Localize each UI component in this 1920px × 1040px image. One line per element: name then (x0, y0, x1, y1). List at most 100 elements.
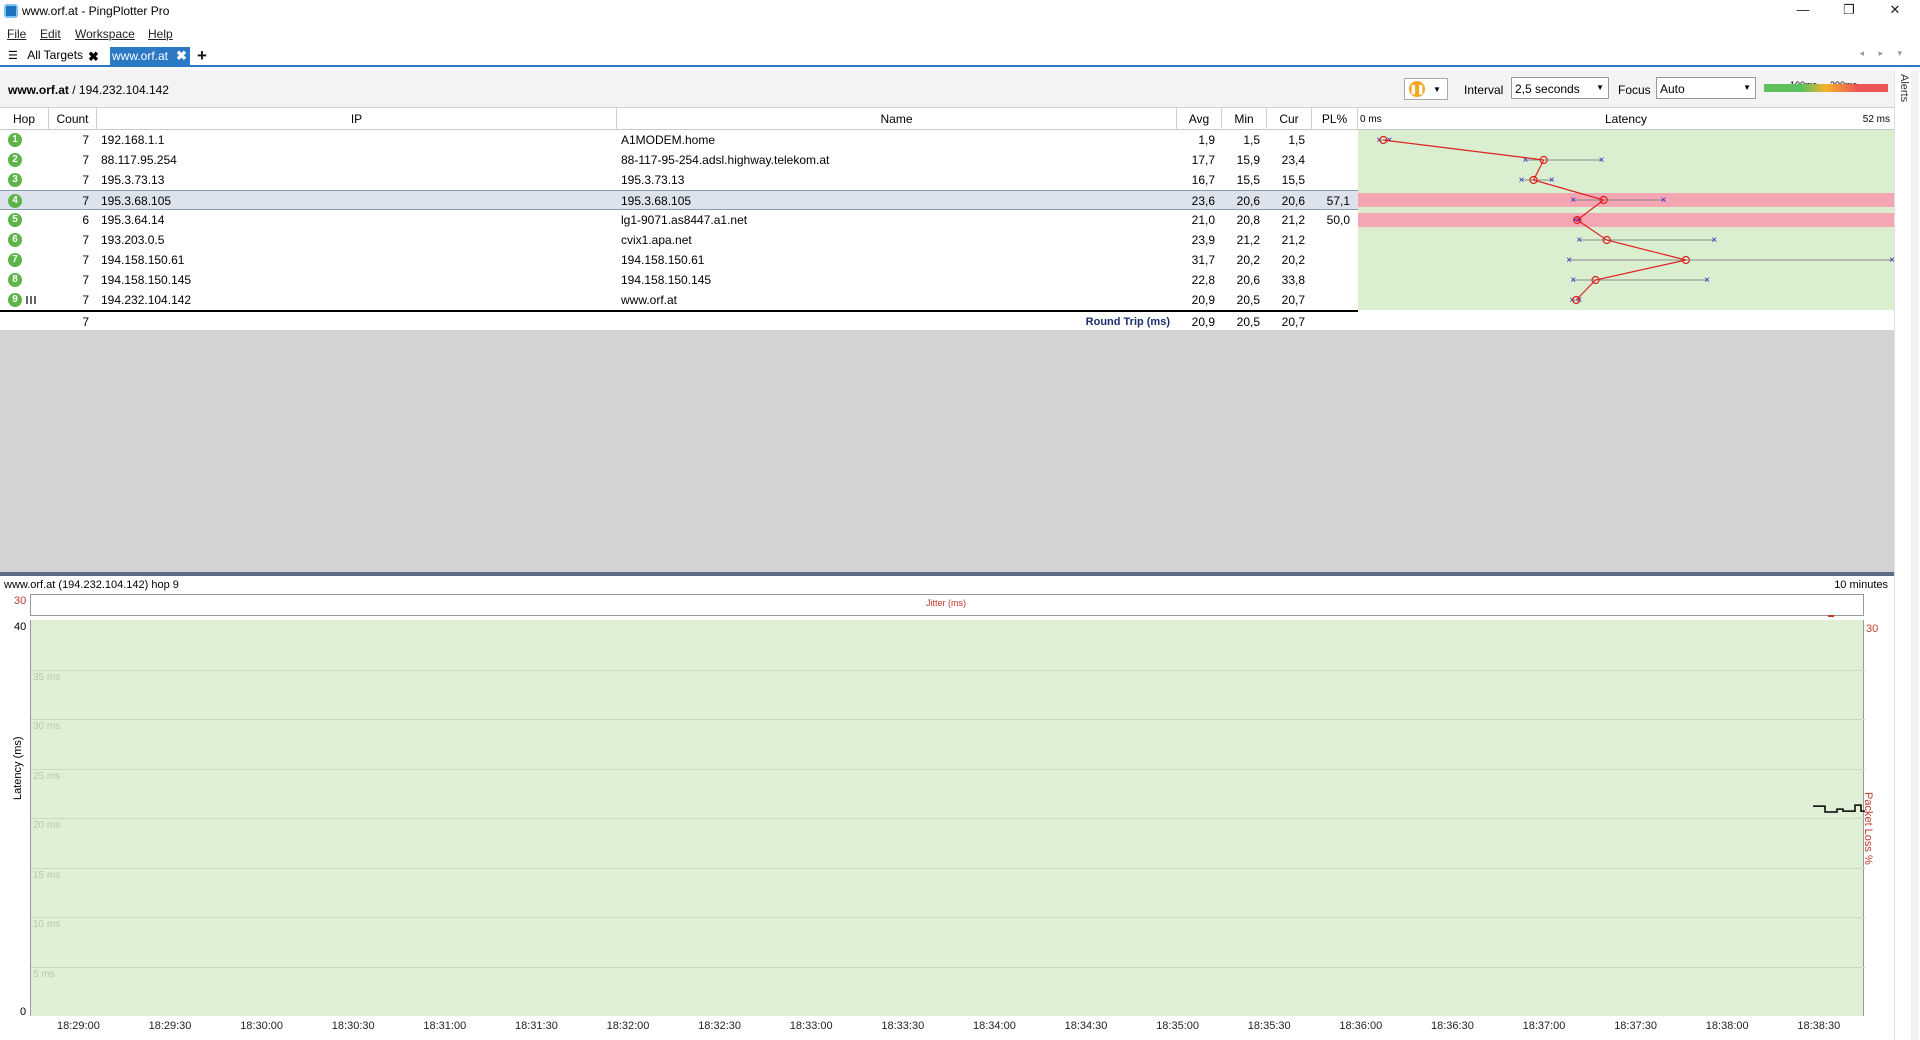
cell-min: 20,8 (1236, 213, 1260, 227)
interval-value: 2,5 seconds (1515, 82, 1580, 96)
menu-help[interactable]: Help (148, 27, 173, 41)
hop-number-badge: 5 (8, 213, 22, 227)
chevron-down-icon: ▼ (1596, 83, 1604, 92)
menu-workspace[interactable]: Workspace (75, 27, 135, 41)
latency-min-label: 0 ms (1360, 114, 1382, 125)
cell-name: 194.158.150.61 (621, 253, 705, 267)
col-hop[interactable]: Hop (0, 108, 49, 130)
menu-edit[interactable]: Edit (40, 27, 61, 41)
tab-all-targets[interactable]: ☰ All Targets ✖ (4, 48, 99, 66)
cell-name: 195.3.73.13 (621, 173, 685, 187)
close-button[interactable]: ✕ (1872, 0, 1918, 22)
x-tick-label: 18:31:00 (423, 1020, 467, 1032)
tab-scroll-icons[interactable]: ◂ ▸ ▾ (1859, 48, 1908, 59)
latency-hop-chart: × ×× ×× ×× ×××× ×× ×× ×× × (1358, 135, 1895, 306)
hop-number-badge: 9 (8, 293, 22, 307)
col-count[interactable]: Count (49, 108, 97, 130)
cell-pl (1312, 290, 1350, 310)
hop-row[interactable]: 5 6 195.3.64.14 lg1-9071.as8447.a1.net 21,0 2… (0, 210, 1358, 230)
cell-count: 7 (82, 194, 89, 208)
x-tick-label: 18:32:00 (606, 1020, 650, 1032)
hop-row[interactable]: 8 7 194.158.150.145 194.158.150.145 22,8 20,6… (0, 270, 1358, 290)
vertical-scrollbar[interactable] (1911, 70, 1919, 1040)
cell-pl (1312, 270, 1350, 290)
hop-row[interactable]: 1 7 192.168.1.1 A1MODEM.home 1,9 1,5 1,5 (0, 130, 1358, 150)
hop-number-badge: 2 (8, 153, 22, 167)
minimize-button[interactable]: — (1780, 0, 1826, 22)
col-cur[interactable]: Cur (1267, 108, 1312, 130)
cell-count: 7 (82, 133, 89, 147)
min-max-marker: × (1570, 275, 1576, 286)
hop-row[interactable]: 6 7 193.203.0.5 cvix1.apa.net 23,9 21,2 21,2 (0, 230, 1358, 250)
x-tick-label: 18:35:00 (1156, 1020, 1200, 1032)
hop-number-badge: 6 (8, 233, 22, 247)
col-name[interactable]: Name (617, 108, 1177, 130)
cell-cur: 1,5 (1288, 133, 1305, 147)
interval-label: Interval (1464, 83, 1504, 97)
col-min[interactable]: Min (1222, 108, 1267, 130)
tab-label: All Targets (27, 48, 84, 62)
cell-ip: 194.158.150.61 (101, 253, 185, 267)
tab-bar: ☰ All Targets ✖ www.orf.at ✖ + ◂ ▸ ▾ (0, 46, 1920, 67)
tab-close-icon[interactable]: ✖ (88, 49, 99, 65)
x-tick-label: 18:33:00 (789, 1020, 833, 1032)
cell-count: 7 (82, 293, 89, 307)
cell-pl (1312, 130, 1350, 150)
cell-ip: 194.232.104.142 (101, 293, 192, 307)
y-min-label: 0 (20, 1006, 27, 1018)
app-icon (4, 4, 18, 18)
cell-name: 194.158.150.145 (621, 273, 712, 287)
col-latency[interactable]: 0 ms Latency 52 ms (1358, 108, 1894, 130)
col-avg[interactable]: Avg (1177, 108, 1222, 130)
interval-select[interactable]: 2,5 seconds ▼ (1511, 77, 1609, 99)
cell-ip: 195.3.64.14 (101, 213, 165, 227)
focus-select[interactable]: Auto ▼ (1656, 77, 1756, 99)
chevron-down-icon[interactable]: ▼ (1433, 85, 1441, 94)
timeline-header: www.orf.at (194.232.104.142) hop 9 10 mi… (0, 576, 1894, 594)
focus-value: Auto (1660, 82, 1685, 96)
cell-avg: 17,7 (1191, 153, 1215, 167)
cell-ip: 88.117.95.254 (101, 153, 177, 167)
tab-www-orf-at[interactable]: www.orf.at ✖ (110, 47, 190, 66)
jitter-title: Jitter (ms) (926, 598, 966, 608)
cell-min: 1,5 (1243, 133, 1260, 147)
min-max-marker: × (1704, 275, 1710, 286)
cell-pl (1312, 250, 1350, 270)
target-toolbar: www.orf.at / 194.232.104.142 ❚❚ ▼ Interv… (0, 70, 1894, 108)
cell-pl (1312, 230, 1350, 250)
hop-row[interactable]: 7 7 194.158.150.61 194.158.150.61 31,7 20,2 20… (0, 250, 1358, 270)
latency-timeline-svg (1813, 804, 1865, 813)
x-tick-label: 18:29:00 (57, 1020, 100, 1032)
hop-row[interactable]: 9 7 194.232.104.142 www.orf.at 20,9 20,5 20,7 (0, 290, 1358, 310)
restore-button[interactable]: ❐ (1826, 0, 1872, 22)
tab-close-icon[interactable]: ✖ (176, 48, 187, 64)
x-tick-label: 18:32:30 (698, 1020, 742, 1032)
hop-row[interactable]: 3 7 195.3.73.13 195.3.73.13 16,7 15,5 15,5 (0, 170, 1358, 190)
latency-series-line (1813, 804, 1865, 813)
x-tick-label: 18:35:30 (1247, 1020, 1291, 1032)
summary-count: 7 (82, 315, 89, 329)
col-ip[interactable]: IP (97, 108, 617, 130)
x-tick-label: 18:30:00 (240, 1020, 284, 1032)
timespan-label[interactable]: 10 minutes (1834, 579, 1888, 591)
hop-row[interactable]: 4 7 195.3.68.105 195.3.68.105 23,6 20,6 20,6 57… (0, 190, 1358, 210)
hop-row[interactable]: 2 7 88.117.95.254 88-117-95-254.adsl.highwa… (0, 150, 1358, 170)
cell-min: 20,6 (1236, 194, 1260, 208)
summary-label: Round Trip (ms) (1085, 316, 1170, 328)
menu-file[interactable]: File (7, 27, 26, 41)
cell-cur: 33,8 (1281, 273, 1305, 287)
alerts-tab[interactable]: Alerts (1896, 74, 1910, 102)
pause-button[interactable]: ❚❚ ▼ (1404, 78, 1448, 100)
tab-label: www.orf.at (112, 49, 169, 63)
hop-number-badge: 8 (8, 273, 22, 287)
target-label: www.orf.at / 194.232.104.142 (8, 83, 169, 97)
cell-count: 7 (82, 153, 89, 167)
x-tick-label: 18:30:30 (331, 1020, 375, 1032)
col-pl[interactable]: PL% (1312, 108, 1358, 130)
x-tick-label: 18:29:30 (148, 1020, 192, 1032)
target-host: www.orf.at (8, 83, 69, 97)
cell-min: 20,2 (1236, 253, 1260, 267)
cell-pl (1312, 170, 1350, 190)
add-tab-button[interactable]: + (197, 46, 207, 66)
min-max-marker: × (1661, 195, 1667, 206)
